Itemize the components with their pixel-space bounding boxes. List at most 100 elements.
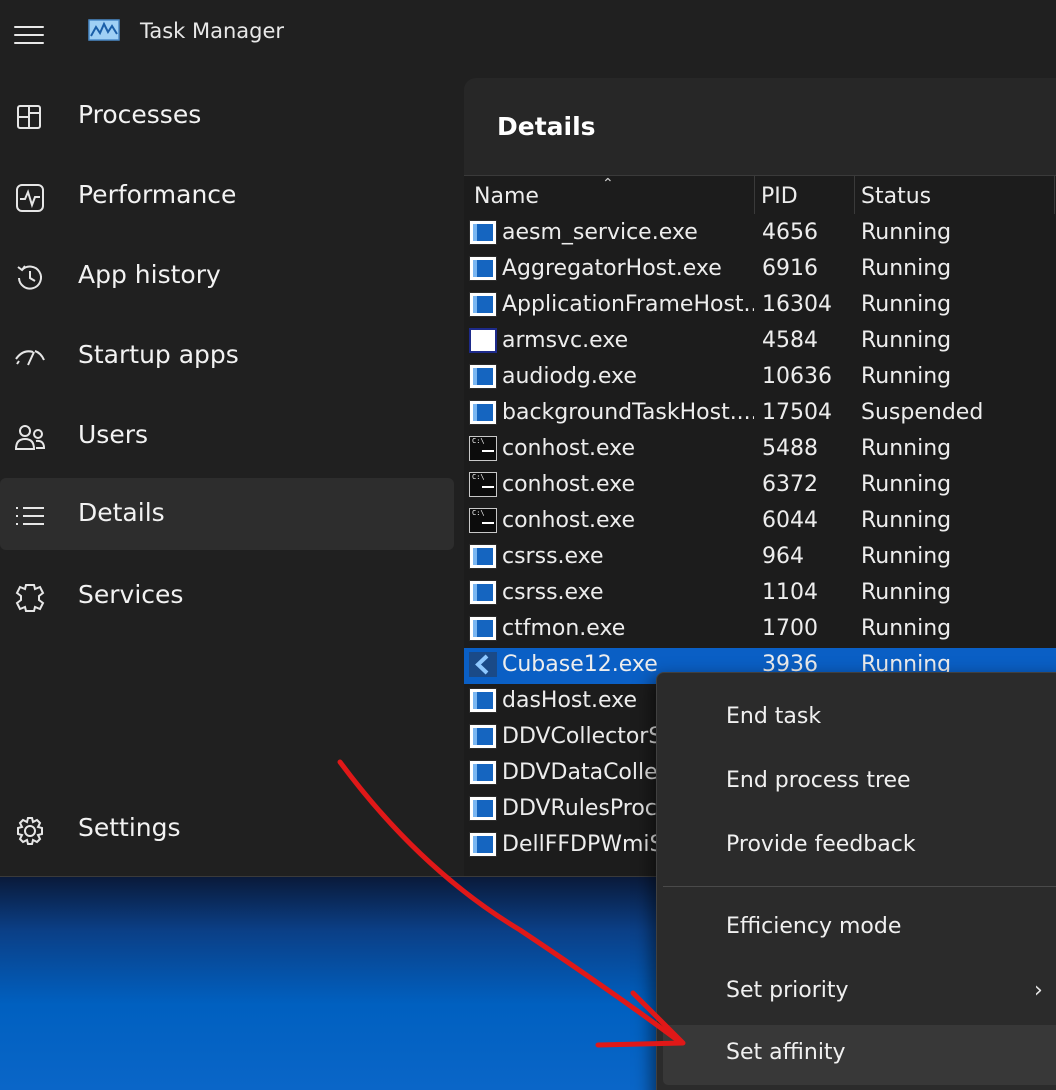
sidebar-item-label: App history — [78, 260, 221, 289]
menu-item-set-priority[interactable]: Set priority › — [663, 963, 1056, 1023]
process-pid: 4584 — [762, 328, 818, 353]
sidebar-item-services[interactable]: Services — [0, 560, 454, 632]
process-pid: 10636 — [762, 364, 832, 389]
sidebar-item-startup-apps[interactable]: Startup apps — [0, 320, 454, 392]
menu-separator — [663, 886, 1056, 887]
application-icon — [469, 292, 497, 317]
process-pid: 6372 — [762, 472, 818, 497]
process-name: csrss.exe — [502, 580, 604, 605]
table-row[interactable]: AggregatorHost.exe 6916 Running — [464, 252, 1056, 288]
table-row[interactable]: ctfmon.exe 1700 Running — [464, 612, 1056, 648]
menu-item-label: Set priority — [726, 978, 849, 1003]
application-icon — [469, 760, 497, 785]
column-resize-handle[interactable] — [854, 176, 855, 214]
process-status: Running — [861, 364, 952, 389]
process-name: ApplicationFrameHost... — [502, 292, 754, 317]
table-row[interactable]: audiodg.exe 10636 Running — [464, 360, 1056, 396]
process-status: Running — [861, 256, 952, 281]
column-resize-handle[interactable] — [1054, 176, 1055, 214]
process-status: Suspended — [861, 400, 984, 425]
startup-apps-icon — [15, 350, 45, 366]
table-row[interactable]: csrss.exe 964 Running — [464, 540, 1056, 576]
gear-icon — [17, 817, 43, 845]
process-name: conhost.exe — [502, 508, 636, 533]
table-row[interactable]: ApplicationFrameHost... 16304 Running — [464, 288, 1056, 324]
application-icon — [469, 688, 497, 713]
task-manager-app-icon — [88, 19, 120, 41]
processes-icon — [17, 105, 41, 129]
process-status: Running — [861, 436, 952, 461]
process-pid: 6044 — [762, 508, 818, 533]
process-status: Running — [861, 544, 952, 569]
application-icon — [469, 364, 497, 389]
menu-item-provide-feedback[interactable]: Provide feedback — [663, 817, 1056, 877]
page-title: Details — [497, 112, 596, 141]
process-pid: 17504 — [762, 400, 832, 425]
app-history-icon — [17, 265, 42, 290]
sort-ascending-icon: ⌃ — [602, 176, 614, 192]
settings-label: Settings — [78, 813, 181, 842]
details-icon — [16, 507, 44, 525]
process-status: Running — [861, 220, 952, 245]
menu-item-set-affinity[interactable]: Set affinity — [663, 1025, 1056, 1085]
menu-item-end-process-tree[interactable]: End process tree — [663, 753, 1056, 813]
process-name: backgroundTaskHost.... — [502, 400, 754, 425]
cubase-app-icon — [469, 652, 497, 677]
process-name: csrss.exe — [502, 544, 604, 569]
sidebar-item-details[interactable]: Details — [0, 478, 454, 550]
table-row[interactable]: armsvc.exe 4584 Running — [464, 324, 1056, 360]
process-status: Running — [861, 508, 952, 533]
menu-item-label: End task — [726, 704, 822, 729]
process-pid: 4656 — [762, 220, 818, 245]
menu-item-label: End process tree — [726, 768, 911, 793]
menu-item-label: Set affinity — [726, 1040, 846, 1065]
application-icon — [469, 544, 497, 569]
sidebar-item-label: Processes — [78, 100, 202, 129]
application-icon — [469, 256, 497, 281]
table-row[interactable]: aesm_service.exe 4656 Running — [464, 216, 1056, 252]
process-pid: 16304 — [762, 292, 832, 317]
menu-item-end-task[interactable]: End task — [663, 689, 1056, 749]
table-row[interactable]: csrss.exe 1104 Running — [464, 576, 1056, 612]
column-resize-handle[interactable] — [754, 176, 755, 214]
column-header-status[interactable]: Status — [861, 184, 931, 209]
sidebar-item-performance[interactable]: Performance — [0, 160, 454, 232]
process-name: audiodg.exe — [502, 364, 637, 389]
sidebar-item-label: Startup apps — [78, 340, 239, 369]
application-icon — [469, 796, 497, 821]
table-row[interactable]: conhost.exe 6372 Running — [464, 468, 1056, 504]
application-icon — [469, 328, 497, 353]
console-app-icon — [469, 472, 497, 497]
process-name: aesm_service.exe — [502, 220, 698, 245]
process-status: Running — [861, 472, 952, 497]
application-icon — [469, 616, 497, 641]
application-icon — [469, 400, 497, 425]
sidebar-item-users[interactable]: Users — [0, 400, 454, 472]
table-row[interactable]: backgroundTaskHost.... 17504 Suspended — [464, 396, 1056, 432]
process-status: Running — [861, 580, 952, 605]
sidebar-item-processes[interactable]: Processes — [0, 80, 454, 152]
performance-icon — [16, 184, 44, 212]
menu-item-efficiency-mode[interactable]: Efficiency mode — [663, 899, 1056, 959]
users-icon — [14, 425, 46, 450]
process-pid: 6916 — [762, 256, 818, 281]
application-icon — [469, 832, 497, 857]
sidebar-item-label: Users — [78, 420, 149, 449]
column-header-name[interactable]: Name — [474, 184, 539, 209]
table-row[interactable]: conhost.exe 5488 Running — [464, 432, 1056, 468]
sidebar-item-label: Performance — [78, 180, 237, 209]
sidebar-item-label: Details — [78, 498, 165, 527]
menu-item-label: Efficiency mode — [726, 914, 902, 939]
menu-item-label: Provide feedback — [726, 832, 916, 857]
chevron-right-icon: › — [1034, 978, 1043, 1003]
sidebar-item-settings[interactable]: Settings — [0, 793, 454, 865]
table-row[interactable]: conhost.exe 6044 Running — [464, 504, 1056, 540]
services-icon — [15, 584, 45, 612]
application-icon — [469, 724, 497, 749]
hamburger-menu-icon[interactable] — [14, 20, 46, 46]
sidebar-item-app-history[interactable]: App history — [0, 240, 454, 312]
context-menu: End task End process tree Provide feedba… — [656, 672, 1056, 1090]
app-title: Task Manager — [140, 19, 285, 43]
column-header-pid[interactable]: PID — [761, 184, 798, 209]
process-name: conhost.exe — [502, 472, 636, 497]
